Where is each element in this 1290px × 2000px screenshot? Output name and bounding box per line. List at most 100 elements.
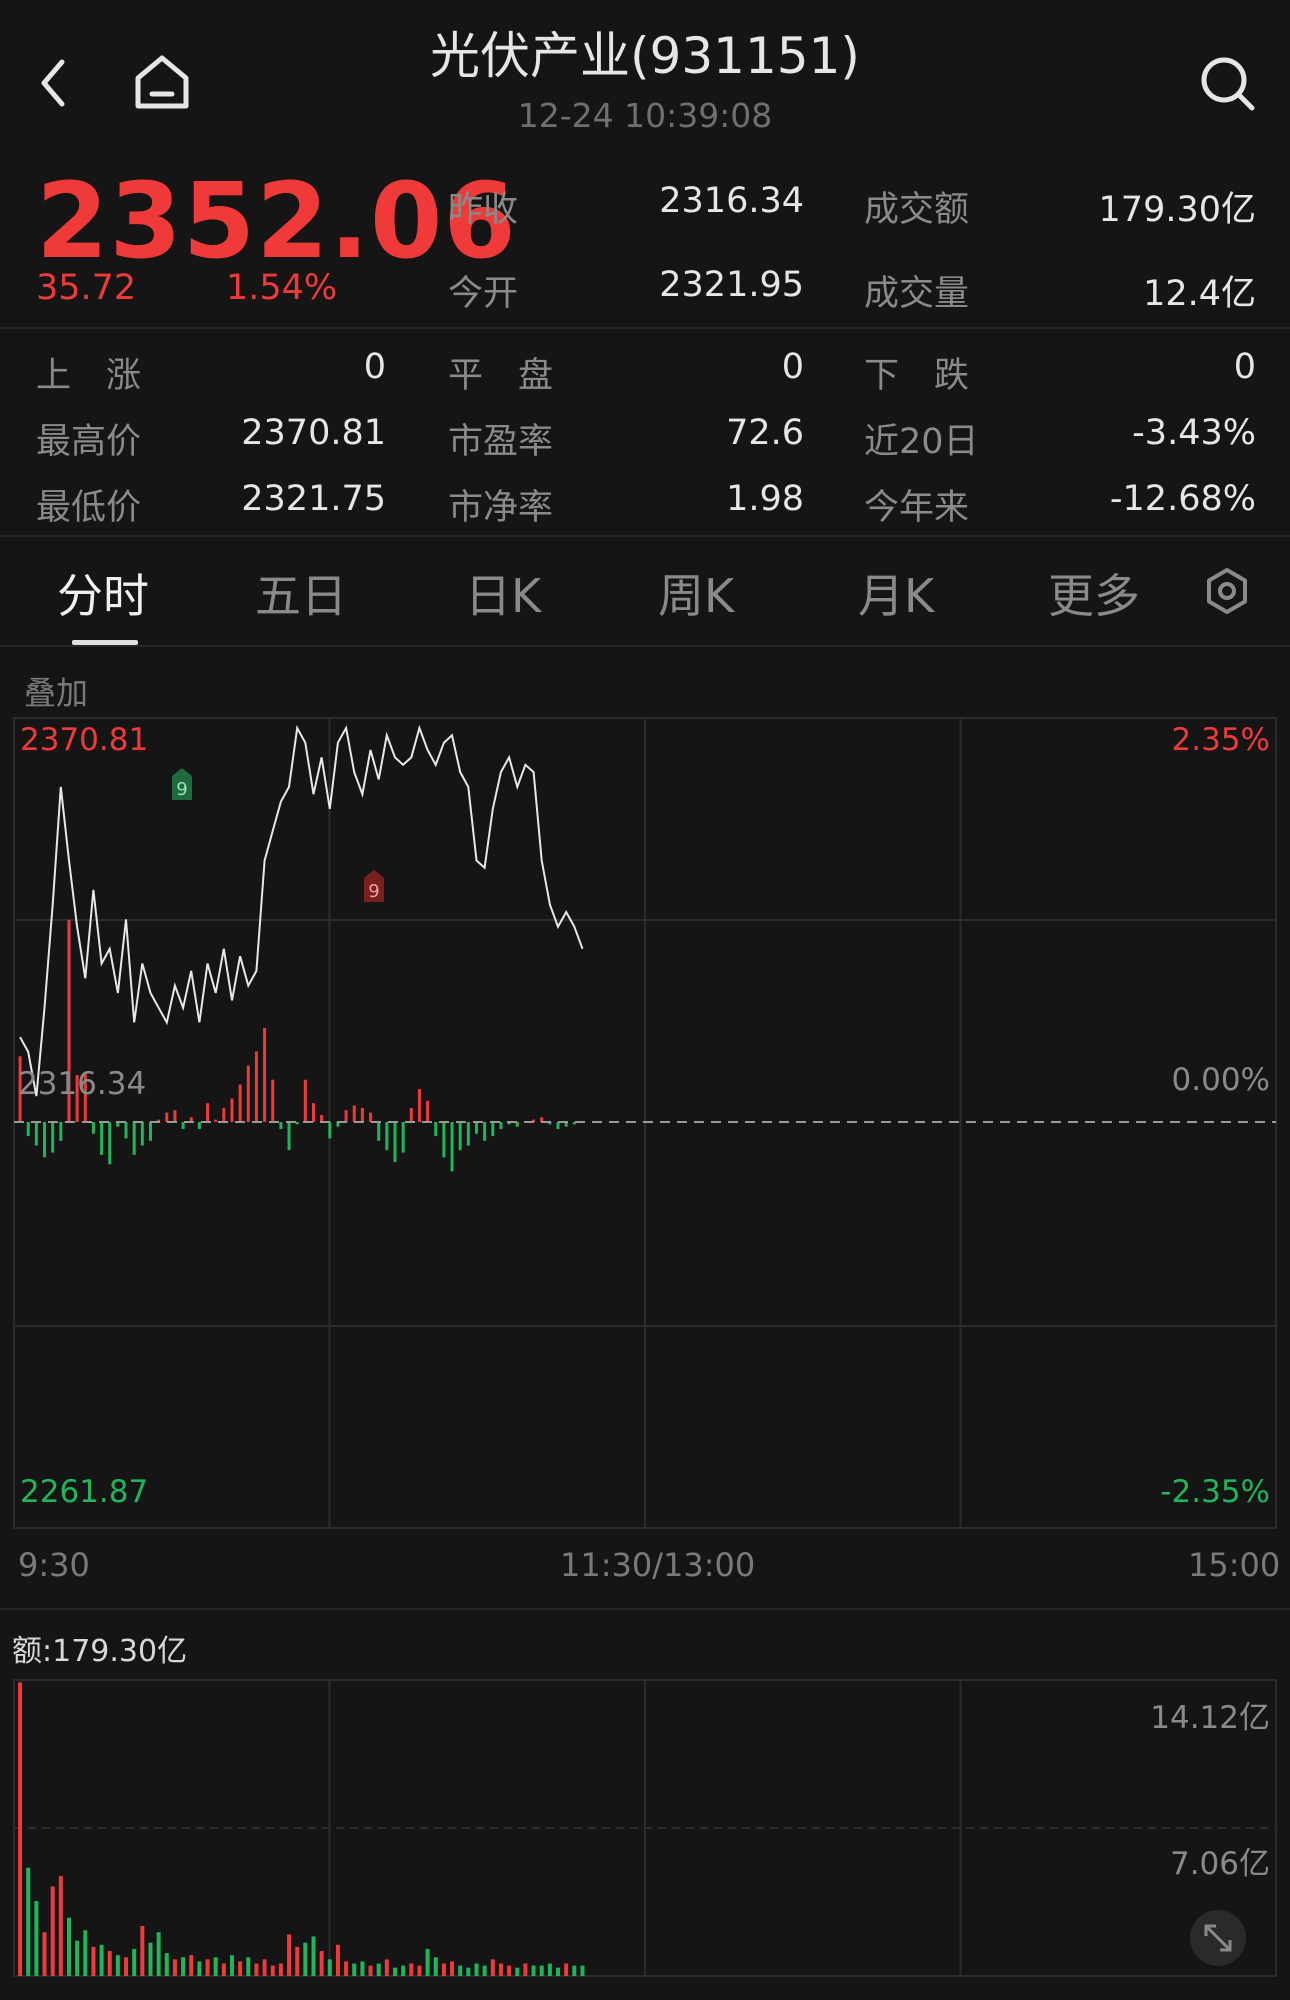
y-label-high: 2370.81 — [20, 722, 148, 758]
stat-label: 平 盘 — [448, 356, 554, 396]
turnover-bar — [556, 1967, 561, 1976]
turnover-bar — [376, 1963, 381, 1976]
marker-bottom-label: 9 — [368, 881, 379, 902]
divider — [0, 645, 1290, 647]
page-title: 光伏产业(931151) — [430, 27, 860, 85]
y-label-base: 2316.34 — [18, 1066, 146, 1102]
momentum-bars — [18, 919, 576, 1172]
turnover-bar — [580, 1965, 585, 1976]
turnover-bar — [156, 1932, 161, 1976]
turnover-bar — [547, 1963, 552, 1976]
divider — [0, 327, 1290, 329]
turnover-bar — [164, 1953, 169, 1976]
price-change-pct: 1.54% — [226, 268, 338, 308]
turnover-bar — [278, 1963, 283, 1976]
turnover-bar — [107, 1951, 112, 1976]
turnover-bar — [132, 1948, 137, 1976]
stat-value: 0 — [781, 347, 804, 387]
tab-five-day[interactable]: 五日 — [255, 560, 347, 626]
turnover-bar — [18, 1682, 23, 1976]
turnover-bar — [441, 1963, 446, 1976]
turnover-bar — [327, 1959, 332, 1976]
turnover-bar — [360, 1961, 365, 1976]
stat-label: 近20日 — [864, 422, 979, 462]
stat-label: 今开 — [448, 274, 519, 314]
turnover-bar — [287, 1934, 292, 1976]
turnover-bar — [238, 1961, 243, 1976]
turnover-bar — [213, 1957, 218, 1976]
turnover-bar — [295, 1946, 300, 1976]
search-button[interactable] — [1196, 52, 1260, 116]
stat-value: 72.6 — [726, 413, 804, 453]
turnover-grid — [13, 1679, 1277, 1977]
turnover-bar — [531, 1965, 536, 1976]
tab-monthly-k[interactable]: 月K — [858, 560, 934, 626]
turnover-bar — [181, 1957, 186, 1976]
turnover-bar — [246, 1957, 251, 1976]
marker-bottom: 9 — [364, 870, 384, 902]
intraday-chart[interactable]: 9 9 2370.81 2316.34 2261.87 2.35% 0.00% … — [0, 700, 1290, 1580]
chart-settings-button[interactable] — [1202, 566, 1252, 616]
tab-daily-k[interactable]: 日K — [465, 560, 541, 626]
expand-button[interactable] — [1190, 1910, 1246, 1966]
stat-label: 市净率 — [448, 488, 554, 528]
stat-value: 0 — [363, 347, 386, 387]
turnover-bar — [433, 1957, 438, 1976]
turnover-bar — [99, 1944, 104, 1976]
turnover-bar — [392, 1967, 397, 1976]
turnover-bar — [83, 1930, 88, 1976]
turnover-bar — [254, 1963, 259, 1976]
turnover-bar — [66, 1917, 71, 1976]
time-label-mid: 11:30/13:00 — [560, 1546, 756, 1584]
turnover-bar — [523, 1963, 528, 1976]
pct-label-high: 2.35% — [1172, 722, 1270, 758]
turnover-bar — [474, 1963, 479, 1976]
turnover-bar — [498, 1963, 503, 1976]
turnover-bar — [409, 1963, 414, 1976]
turnover-bar — [91, 1946, 96, 1976]
turnover-bar — [384, 1959, 389, 1976]
turnover-bar — [450, 1961, 455, 1976]
tab-intraday[interactable]: 分时 — [57, 560, 149, 626]
pct-label-low: -2.35% — [1160, 1474, 1270, 1510]
stat-label: 成交量 — [864, 274, 970, 314]
stat-value: 12.4亿 — [1143, 274, 1256, 314]
turnover-bar — [368, 1965, 373, 1976]
stat-value: 1.98 — [726, 479, 804, 519]
tab-weekly-k[interactable]: 周K — [658, 560, 734, 626]
stat-value: 2370.81 — [241, 413, 386, 453]
stat-value: 179.30亿 — [1098, 190, 1256, 230]
turnover-bar — [140, 1926, 145, 1976]
turnover-bar — [507, 1965, 512, 1976]
turnover-bar — [75, 1940, 80, 1976]
turnover-bar — [458, 1965, 463, 1976]
turnover-bar — [42, 1932, 47, 1976]
turnover-bar — [490, 1959, 495, 1976]
turnover-bar — [311, 1936, 316, 1976]
turnover-bar — [34, 1901, 39, 1976]
turnover-bar — [262, 1959, 267, 1976]
stat-label: 今年来 — [864, 488, 970, 528]
turnover-bar — [26, 1867, 31, 1976]
turnover-bar — [515, 1967, 520, 1976]
price-change: 35.72 — [36, 268, 137, 308]
turnover-bar — [335, 1944, 340, 1976]
turnover-bar — [303, 1942, 308, 1976]
turnover-bar — [115, 1955, 120, 1976]
stat-label: 下 跌 — [864, 356, 970, 396]
turnover-chart[interactable]: 14.12亿 7.06亿 — [0, 1670, 1290, 1990]
y-label-low: 2261.87 — [20, 1474, 148, 1510]
turnover-bar — [270, 1965, 275, 1976]
tab-more[interactable]: 更多 — [1048, 560, 1140, 626]
turnover-bars — [18, 1682, 585, 1976]
turnover-bar — [319, 1951, 324, 1976]
turnover-bar — [539, 1965, 544, 1976]
turnover-bar — [466, 1967, 471, 1976]
stat-label: 最低价 — [36, 488, 142, 528]
turnover-bar — [58, 1876, 63, 1976]
stat-label: 成交额 — [864, 190, 970, 230]
stat-label: 昨收 — [448, 190, 519, 230]
turnover-bar — [417, 1965, 422, 1976]
turnover-bar — [124, 1957, 129, 1976]
expand-arrows-icon — [1204, 1924, 1232, 1952]
